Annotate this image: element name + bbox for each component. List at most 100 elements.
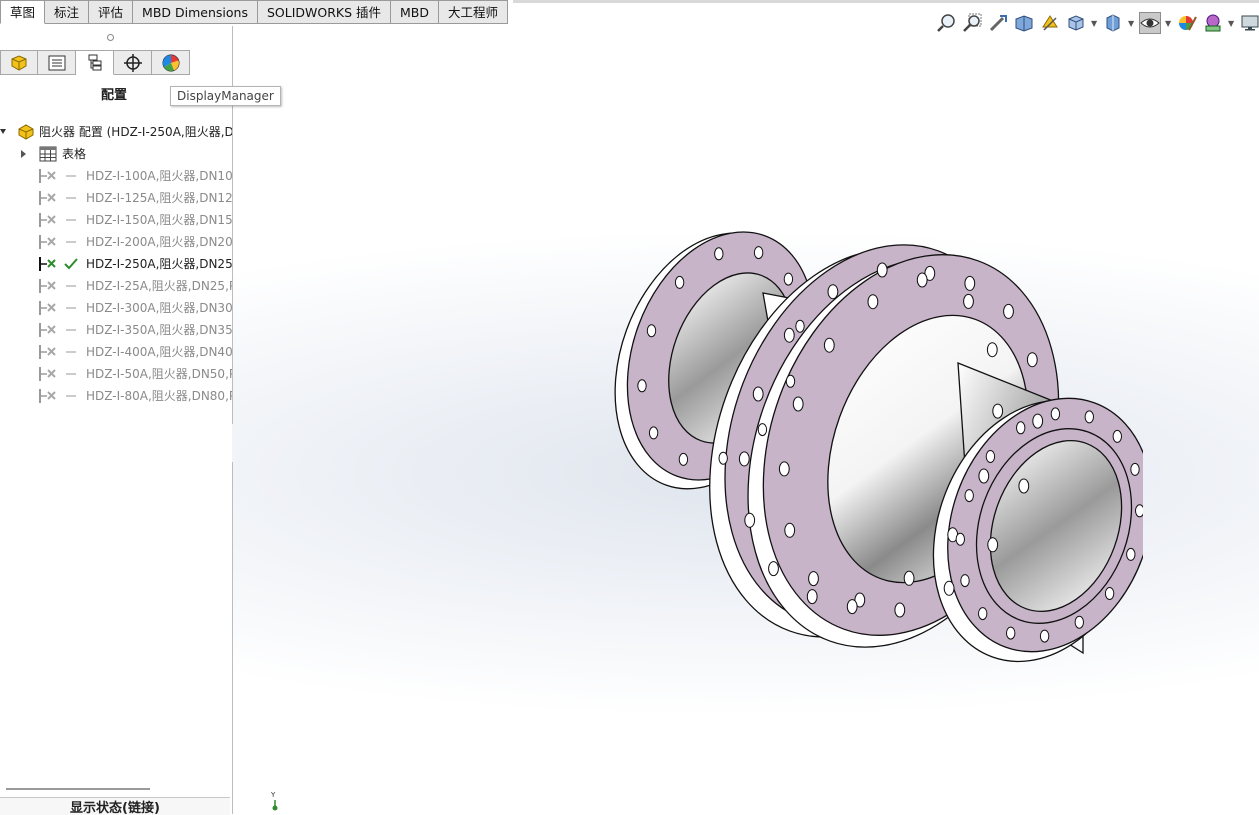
apply-scene-button[interactable]	[1202, 12, 1224, 34]
view-settings-button[interactable]	[1239, 12, 1259, 34]
bolt-hole	[894, 602, 906, 618]
bolt-hole	[978, 468, 990, 484]
config-label: HDZ-I-400A,阻火器,DN400	[86, 345, 232, 359]
flame-arrestor-model[interactable]	[613, 213, 1143, 683]
display-manager-tooltip: DisplayManager	[170, 86, 281, 106]
bolt-hole	[1084, 410, 1094, 424]
bolt-hole	[808, 571, 819, 587]
bolt-hole	[784, 522, 796, 538]
config-row[interactable]: HDZ-I-80A,阻火器,DN80,P	[0, 385, 232, 407]
previous-view-button[interactable]	[987, 12, 1009, 34]
config-row[interactable]: HDZ-I-100A,阻火器,DN100	[0, 165, 232, 187]
config-label: HDZ-I-300A,阻火器,DN300	[86, 301, 232, 315]
dash-icon	[66, 307, 76, 309]
config-row[interactable]: HDZ-I-250A,阻火器,DN250	[0, 253, 232, 275]
bolt-hole	[783, 272, 794, 286]
bolt-hole	[867, 294, 879, 310]
hide-show-items-button[interactable]	[1139, 12, 1161, 34]
bolt-hole	[846, 599, 858, 615]
zoom-to-fit-button[interactable]	[935, 12, 957, 34]
tab-mbd[interactable]: MBD	[391, 0, 440, 24]
tab-solidworks-addins[interactable]: SOLIDWORKS 插件	[257, 0, 392, 24]
display-style-button[interactable]	[1102, 12, 1124, 34]
bolt-hole	[792, 396, 804, 412]
command-manager-tabs: 草图 标注 评估 MBD Dimensions SOLIDWORKS 插件 MB…	[0, 0, 509, 26]
tree-root[interactable]: 阻火器 配置 (HDZ-I-250A,阻火器,DN250	[0, 121, 232, 143]
config-row[interactable]: HDZ-I-150A,阻火器,DN150	[0, 209, 232, 231]
tree-root-label: 阻火器 配置 (HDZ-I-250A,阻火器,DN250	[39, 125, 232, 139]
configuration-manager-tab[interactable]	[76, 50, 114, 75]
section-view-button[interactable]	[1013, 12, 1035, 34]
chevron-down-icon[interactable]: ▼	[1128, 19, 1135, 28]
section-view-icon	[1015, 15, 1033, 32]
chevron-down-icon[interactable]: ▼	[1228, 19, 1235, 28]
pane-grip[interactable]	[107, 34, 114, 41]
dimxpert-manager-tab[interactable]	[114, 50, 152, 75]
zoom-to-area-button[interactable]	[961, 12, 983, 34]
configuration-icon	[39, 257, 56, 271]
configuration-icon	[39, 235, 56, 249]
bolt-hole	[1003, 303, 1014, 319]
config-row[interactable]: HDZ-I-350A,阻火器,DN350	[0, 319, 232, 341]
config-row[interactable]: HDZ-I-25A,阻火器,DN25,P	[0, 275, 232, 297]
panel-splitter[interactable]	[6, 788, 150, 790]
bolt-hole	[955, 532, 965, 546]
property-manager-tab[interactable]	[38, 50, 76, 75]
tab-evaluate[interactable]: 评估	[89, 0, 134, 24]
bolt-hole	[978, 607, 988, 621]
bolt-hole	[1050, 407, 1061, 421]
bolt-hole	[744, 512, 756, 528]
bolt-hole	[876, 262, 888, 278]
edit-appearance-button[interactable]	[1176, 12, 1198, 34]
configuration-manager-icon	[88, 54, 101, 70]
view-orientation-button[interactable]	[1065, 12, 1087, 34]
tab-engineer[interactable]: 大工程师	[439, 0, 509, 24]
bolt-hole	[783, 327, 795, 343]
check-icon	[64, 258, 78, 270]
tree-table[interactable]: 表格	[0, 143, 232, 165]
bolt-hole	[1026, 352, 1038, 368]
eye-icon	[1140, 18, 1160, 28]
configuration-icon	[39, 301, 56, 315]
config-row[interactable]: HDZ-I-125A,阻火器,DN125	[0, 187, 232, 209]
chevron-down-icon[interactable]: ▼	[1091, 19, 1098, 28]
feature-manager-tab[interactable]	[0, 50, 38, 75]
bolt-hole	[987, 537, 999, 553]
configuration-icon	[39, 213, 56, 227]
configuration-icon	[39, 345, 56, 359]
edit-appearance-icon	[1179, 16, 1197, 31]
config-row[interactable]: HDZ-I-300A,阻火器,DN300	[0, 297, 232, 319]
display-manager-icon	[162, 54, 179, 71]
bolt-hole	[778, 461, 790, 477]
part-config-icon	[18, 124, 34, 140]
tab-mbd-dimensions[interactable]: MBD Dimensions	[133, 0, 258, 24]
manager-tabs	[0, 50, 190, 77]
bolt-hole	[985, 450, 996, 463]
heads-up-view-toolbar: ▼ ▼ ▼ ▼ ▼	[935, 11, 1259, 35]
bolt-hole	[646, 324, 657, 338]
display-manager-tab[interactable]	[152, 50, 190, 75]
display-state-panel[interactable]: 显示状态(链接)	[0, 797, 230, 815]
expand-right-icon[interactable]	[21, 150, 27, 158]
bolt-hole	[1032, 413, 1044, 429]
bolt-hole	[738, 451, 750, 467]
expand-caret-icon[interactable]	[0, 129, 6, 135]
bolt-hole	[1074, 615, 1084, 629]
config-label: HDZ-I-200A,阻火器,DN200	[86, 235, 232, 249]
bolt-hole	[903, 570, 915, 586]
tab-markup[interactable]: 标注	[45, 0, 90, 24]
config-label: HDZ-I-150A,阻火器,DN150	[86, 213, 232, 227]
display-style-icon	[1106, 14, 1120, 32]
tab-sketch[interactable]: 草图	[0, 0, 46, 24]
dash-icon	[66, 395, 76, 397]
configuration-icon	[39, 191, 56, 205]
dynamic-annotation-button[interactable]	[1039, 12, 1061, 34]
zoom-to-area-icon	[963, 13, 982, 32]
config-row[interactable]: HDZ-I-400A,阻火器,DN400	[0, 341, 232, 363]
bolt-hole	[1018, 478, 1030, 494]
config-row[interactable]: HDZ-I-200A,阻火器,DN200	[0, 231, 232, 253]
chevron-down-icon[interactable]: ▼	[1165, 19, 1172, 28]
config-row[interactable]: HDZ-I-50A,阻火器,DN50,P	[0, 363, 232, 385]
dash-icon	[66, 373, 76, 375]
graphics-viewport[interactable]: ▼ ▼ ▼ ▼ ▼	[233, 3, 1259, 814]
